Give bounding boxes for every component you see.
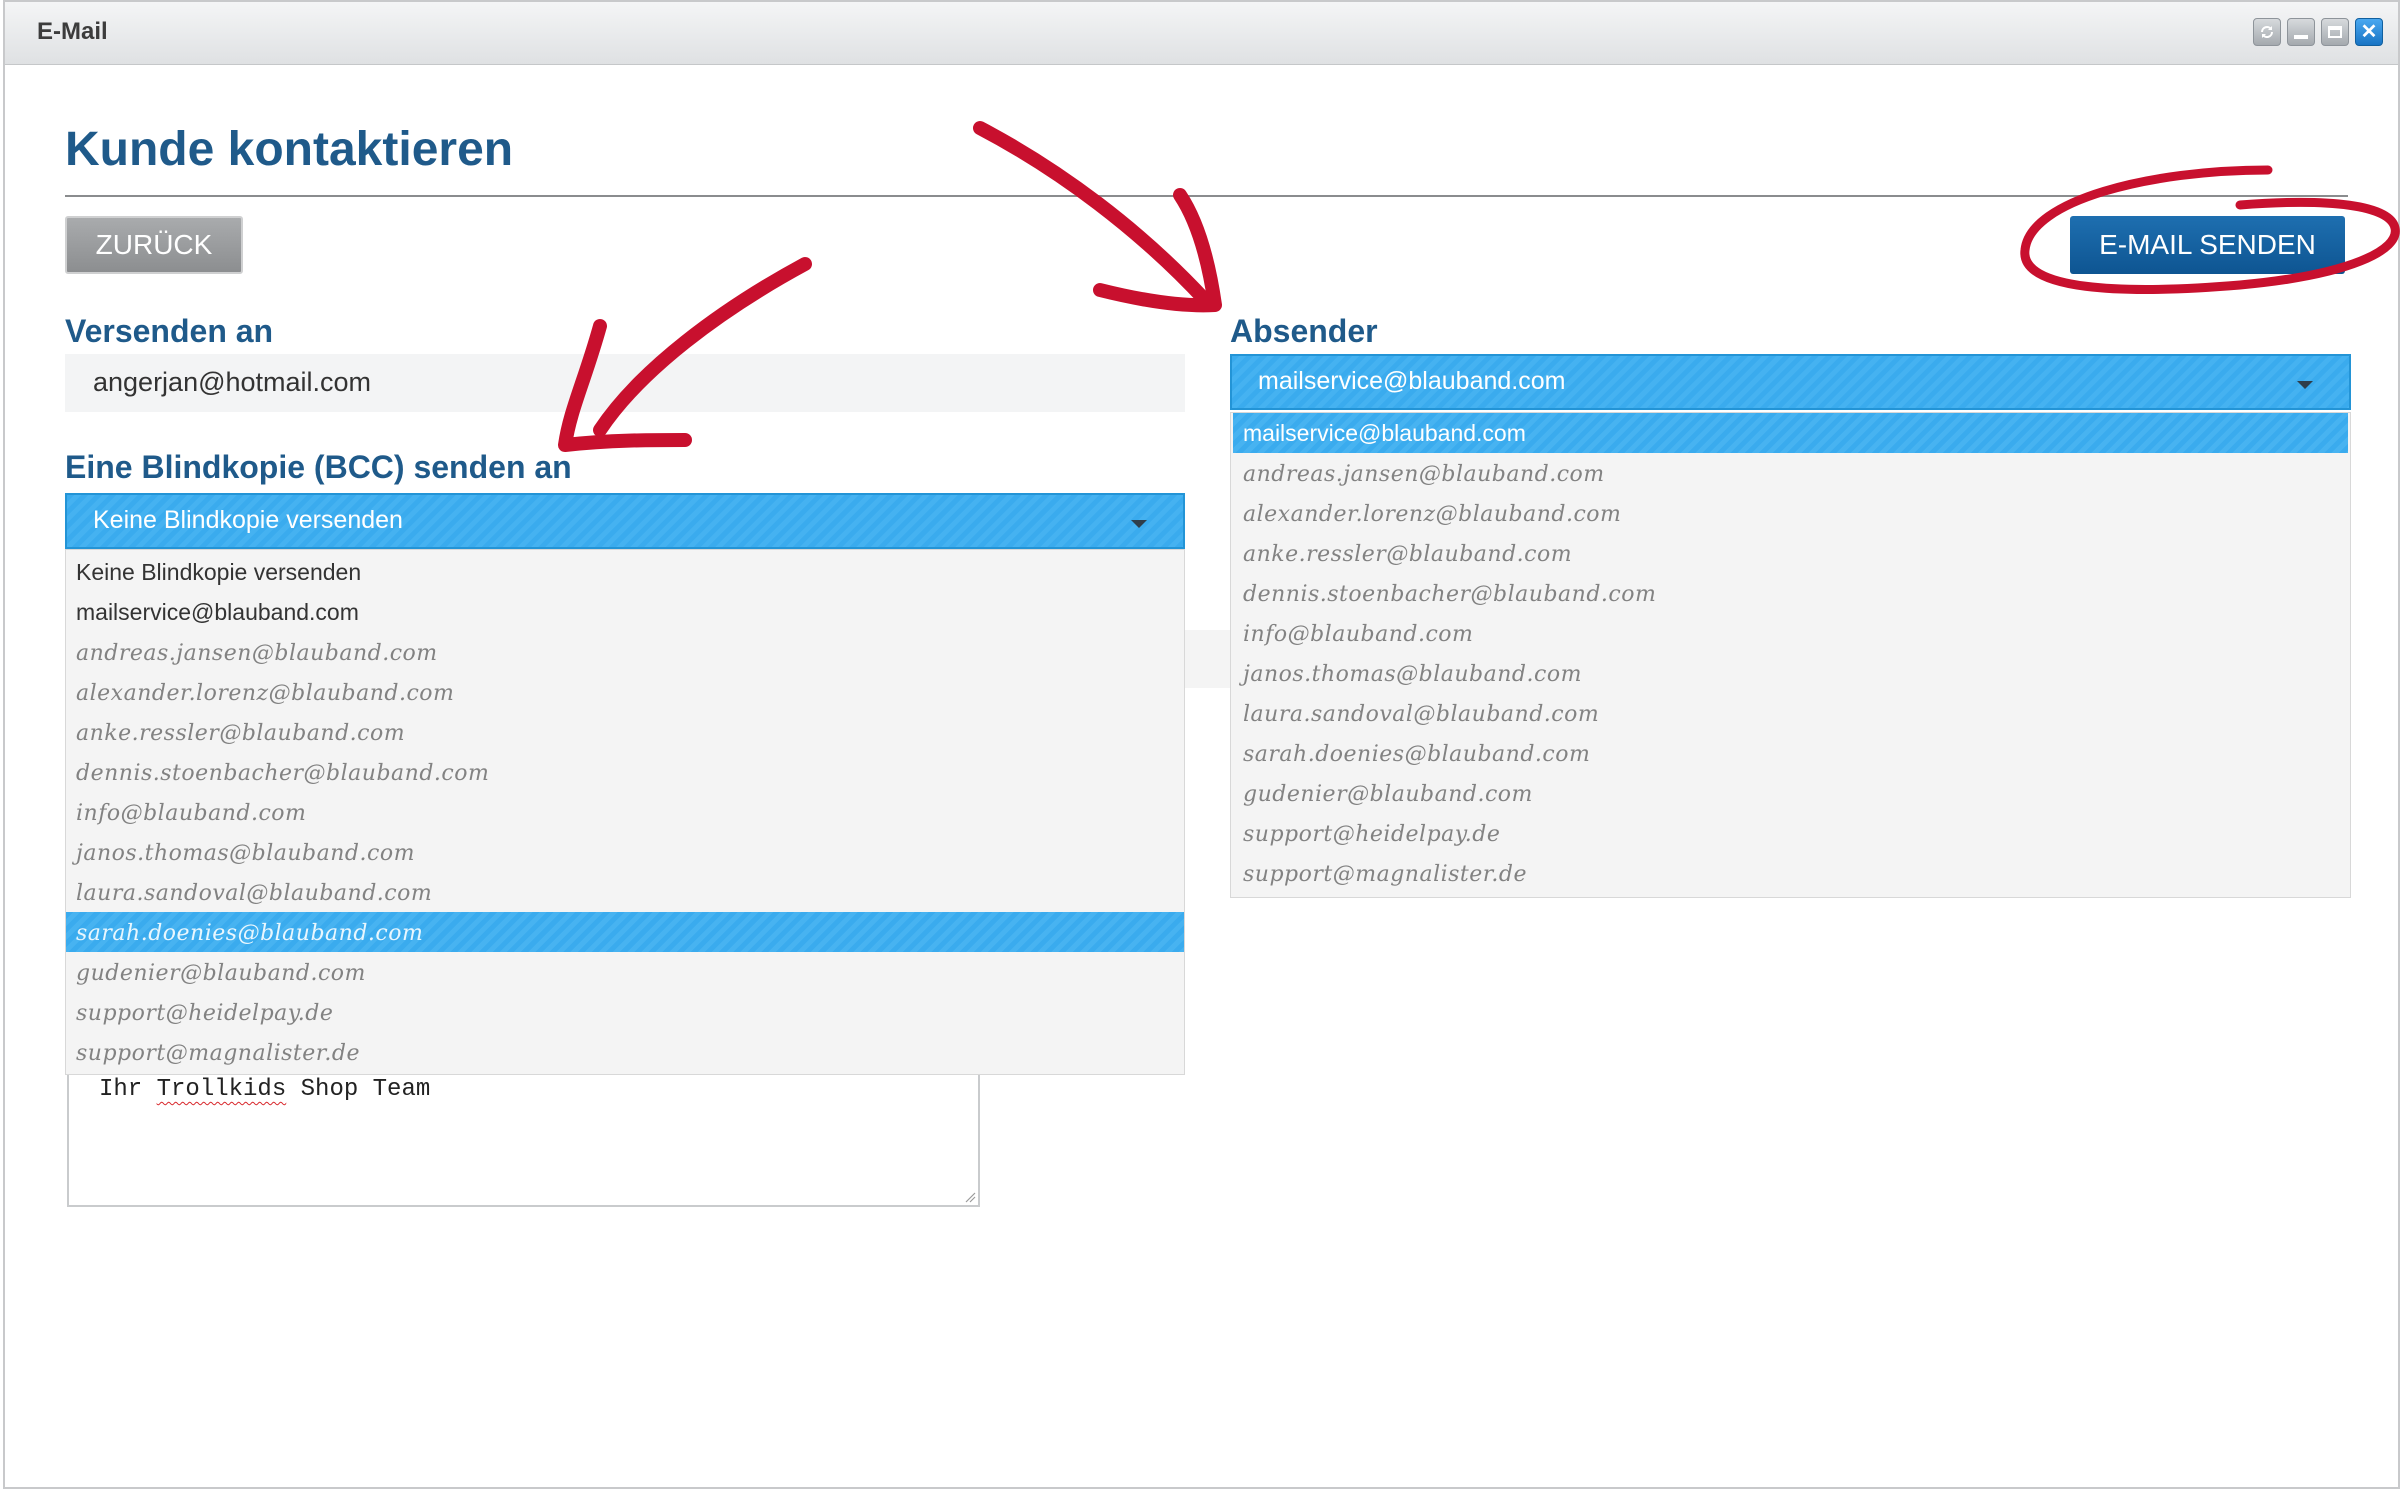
sender-option[interactable]: laura.sandoval@blauband.com — [1233, 693, 2348, 733]
bcc-option-label: support@heidelpay.de — [76, 1001, 334, 1026]
sender-option[interactable]: alexander.lorenz@blauband.com — [1233, 493, 2348, 533]
bcc-option[interactable]: andreas.jansen@blauband.com — [66, 632, 1184, 672]
sender-selected-value: mailservice@blauband.com — [1258, 367, 1566, 395]
refresh-icon[interactable] — [2253, 18, 2281, 46]
chevron-down-icon — [2297, 381, 2313, 389]
back-button[interactable]: ZURÜCK — [65, 216, 243, 274]
page-title: Kunde kontaktieren — [65, 123, 514, 176]
sender-option[interactable]: sarah.doenies@blauband.com — [1233, 733, 2348, 773]
bcc-option-label: info@blauband.com — [76, 801, 307, 826]
sender-option-label: laura.sandoval@blauband.com — [1243, 702, 1600, 727]
bcc-option-label: andreas.jansen@blauband.com — [76, 641, 438, 666]
window-title: E-Mail — [37, 18, 108, 45]
bcc-option[interactable]: support@heidelpay.de — [66, 992, 1184, 1032]
bcc-option[interactable]: janos.thomas@blauband.com — [66, 832, 1184, 872]
bcc-option-label: Keine Blindkopie versenden — [76, 559, 362, 585]
bcc-option-label: alexander.lorenz@blauband.com — [76, 681, 455, 706]
sender-option[interactable]: gudenier@blauband.com — [1233, 773, 2348, 813]
recipient-label: Versenden an — [65, 313, 274, 349]
bcc-option-label: support@magnalister.de — [76, 1041, 360, 1066]
sender-option[interactable]: andreas.jansen@blauband.com — [1233, 453, 2348, 493]
sender-option-label: janos.thomas@blauband.com — [1243, 662, 1582, 687]
resize-grip-icon[interactable] — [964, 1191, 976, 1203]
bcc-option[interactable]: dennis.stoenbacher@blauband.com — [66, 752, 1184, 792]
sender-option[interactable]: info@blauband.com — [1233, 613, 2348, 653]
sender-option-label: support@heidelpay.de — [1243, 822, 1501, 847]
sender-option[interactable]: dennis.stoenbacher@blauband.com — [1233, 573, 2348, 613]
sender-option[interactable]: support@heidelpay.de — [1233, 813, 2348, 853]
send-email-button[interactable]: E-MAIL SENDEN — [2070, 216, 2345, 274]
bcc-option-label: sarah.doenies@blauband.com — [76, 921, 424, 946]
message-text: Ihr Trollkids Shop Team — [99, 1076, 431, 1103]
bcc-option[interactable]: info@blauband.com — [66, 792, 1184, 832]
bcc-option-label: laura.sandoval@blauband.com — [76, 881, 433, 906]
message-textarea[interactable]: Ihr Trollkids Shop Team — [67, 1062, 980, 1207]
sender-option-label: mailservice@blauband.com — [1243, 420, 1526, 446]
sender-label: Absender — [1230, 313, 1378, 349]
bcc-option[interactable]: gudenier@blauband.com — [66, 952, 1184, 992]
sender-option-label: alexander.lorenz@blauband.com — [1243, 502, 1622, 527]
background-panel — [1185, 630, 1233, 688]
bcc-option[interactable]: alexander.lorenz@blauband.com — [66, 672, 1184, 712]
sender-option-label: info@blauband.com — [1243, 622, 1474, 647]
sender-option-label: dennis.stoenbacher@blauband.com — [1243, 582, 1657, 607]
sender-select[interactable]: mailservice@blauband.com — [1230, 354, 2351, 410]
sender-option[interactable]: mailservice@blauband.com — [1233, 413, 2348, 453]
chevron-down-icon — [1131, 520, 1147, 528]
sender-options-list[interactable]: mailservice@blauband.com andreas.jansen@b… — [1230, 412, 2351, 898]
sender-option-label: sarah.doenies@blauband.com — [1243, 742, 1591, 767]
bcc-option[interactable]: support@magnalister.de — [66, 1032, 1184, 1072]
divider — [65, 195, 2348, 197]
sender-option[interactable]: anke.ressler@blauband.com — [1233, 533, 2348, 573]
email-window: E-Mail ✕ Kunde kontaktieren ZURÜCK E-MAI… — [3, 0, 2400, 1489]
sender-option-label: gudenier@blauband.com — [1243, 782, 1533, 807]
bcc-option-label: anke.ressler@blauband.com — [76, 721, 406, 746]
bcc-option[interactable]: mailservice@blauband.com — [66, 592, 1184, 632]
sender-option[interactable]: support@magnalister.de — [1233, 853, 2348, 893]
bcc-option[interactable]: laura.sandoval@blauband.com — [66, 872, 1184, 912]
bcc-option[interactable]: anke.ressler@blauband.com — [66, 712, 1184, 752]
title-bar: E-Mail ✕ — [5, 2, 2398, 65]
close-icon[interactable]: ✕ — [2355, 18, 2383, 46]
bcc-option-label: dennis.stoenbacher@blauband.com — [76, 761, 490, 786]
bcc-option-label: gudenier@blauband.com — [76, 961, 366, 986]
minimize-icon[interactable] — [2287, 18, 2315, 46]
sender-option-label: anke.ressler@blauband.com — [1243, 542, 1573, 567]
bcc-option[interactable]: Keine Blindkopie versenden — [66, 552, 1184, 592]
bcc-option-label: janos.thomas@blauband.com — [76, 841, 415, 866]
sender-option[interactable]: janos.thomas@blauband.com — [1233, 653, 2348, 693]
bcc-selected-value: Keine Blindkopie versenden — [93, 506, 403, 534]
maximize-icon[interactable] — [2321, 18, 2349, 46]
sender-option-label: support@magnalister.de — [1243, 862, 1527, 887]
bcc-label: Eine Blindkopie (BCC) senden an — [65, 449, 572, 485]
bcc-select[interactable]: Keine Blindkopie versenden — [65, 493, 1185, 549]
bcc-options-list[interactable]: Keine Blindkopie versenden mailservice@bl… — [65, 549, 1185, 1075]
bcc-option[interactable]: sarah.doenies@blauband.com — [66, 912, 1184, 952]
sender-option-label: andreas.jansen@blauband.com — [1243, 462, 1605, 487]
recipient-field: angerjan@hotmail.com — [65, 354, 1185, 412]
bcc-option-label: mailservice@blauband.com — [76, 599, 359, 625]
